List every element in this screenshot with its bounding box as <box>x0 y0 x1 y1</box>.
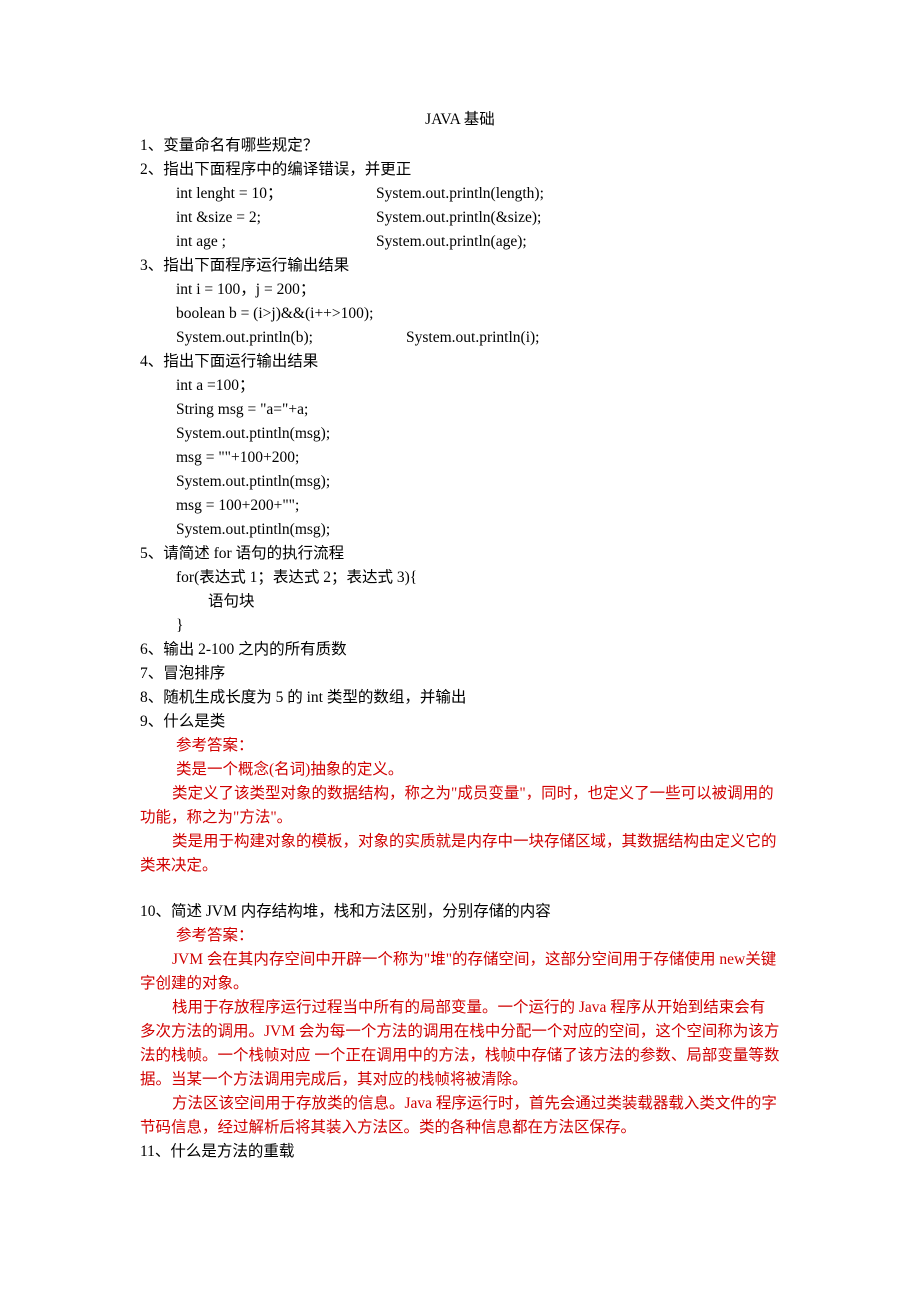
answer-text: 方法区该空间用于存放类的信息。Java 程序运行时，首先会通过类装载器载入类文件… <box>140 1092 780 1140</box>
answer-text: 类是用于构建对象的模板，对象的实质就是内存中一块存储区域，其数据结构由定义它的类… <box>140 830 780 878</box>
document-page: JAVA 基础 1、变量命名有哪些规定？ 2、指出下面程序中的编译错误，并更正 … <box>0 0 920 1302</box>
answer-text: 类定义了该类型对象的数据结构，称之为"成员变量"，同时，也定义了一些可以被调用的… <box>140 782 780 830</box>
answer-text: 栈用于存放程序运行过程当中所有的局部变量。一个运行的 Java 程序从开始到结束… <box>140 996 780 1092</box>
code-text: System.out.println(length); <box>376 185 544 202</box>
code-line: System.out.ptintln(msg); <box>140 470 780 494</box>
code-line: int i = 100，j = 200； <box>140 278 780 302</box>
code-line: for(表达式 1；表达式 2；表达式 3){ <box>140 566 780 590</box>
code-text: int lenght = 10； <box>176 182 376 206</box>
question-9: 9、什么是类 <box>140 710 780 734</box>
code-line: msg = 100+200+""; <box>140 494 780 518</box>
code-line: int lenght = 10；System.out.println(lengt… <box>140 182 780 206</box>
code-line: 语句块 <box>140 590 780 614</box>
code-line: String msg = "a="+a; <box>140 398 780 422</box>
code-text: System.out.println(age); <box>376 233 527 250</box>
question-7: 7、冒泡排序 <box>140 662 780 686</box>
code-line: int &size = 2;System.out.println(&size); <box>140 206 780 230</box>
code-text: int &size = 2; <box>176 206 376 230</box>
question-10: 10、简述 JVM 内存结构堆，栈和方法区别，分别存储的内容 <box>140 900 780 924</box>
code-line: System.out.ptintln(msg); <box>140 518 780 542</box>
question-11: 11、什么是方法的重载 <box>140 1140 780 1164</box>
code-line: System.out.println(b);System.out.println… <box>140 326 780 350</box>
code-line: System.out.ptintln(msg); <box>140 422 780 446</box>
code-text: System.out.println(b); <box>176 326 406 350</box>
code-line: boolean b = (i>j)&&(i++>100); <box>140 302 780 326</box>
answer-text: 类是一个概念(名词)抽象的定义。 <box>140 758 780 782</box>
question-6: 6、输出 2-100 之内的所有质数 <box>140 638 780 662</box>
question-4: 4、指出下面运行输出结果 <box>140 350 780 374</box>
question-8: 8、随机生成长度为 5 的 int 类型的数组，并输出 <box>140 686 780 710</box>
answer-text: JVM 会在其内存空间中开辟一个称为"堆"的存储空间，这部分空间用于存储使用 n… <box>140 948 780 996</box>
question-3: 3、指出下面程序运行输出结果 <box>140 254 780 278</box>
answer-label: 参考答案： <box>140 734 780 758</box>
code-text: System.out.println(i); <box>406 329 539 346</box>
question-2: 2、指出下面程序中的编译错误，并更正 <box>140 158 780 182</box>
page-title: JAVA 基础 <box>140 108 780 132</box>
question-5: 5、请简述 for 语句的执行流程 <box>140 542 780 566</box>
code-line: } <box>140 614 780 638</box>
code-line: int age ;System.out.println(age); <box>140 230 780 254</box>
answer-label: 参考答案： <box>140 924 780 948</box>
code-text: int age ; <box>176 230 376 254</box>
code-line: msg = ""+100+200; <box>140 446 780 470</box>
code-text: System.out.println(&size); <box>376 209 541 226</box>
question-1: 1、变量命名有哪些规定？ <box>140 134 780 158</box>
code-line: int a =100； <box>140 374 780 398</box>
spacer <box>140 878 780 900</box>
